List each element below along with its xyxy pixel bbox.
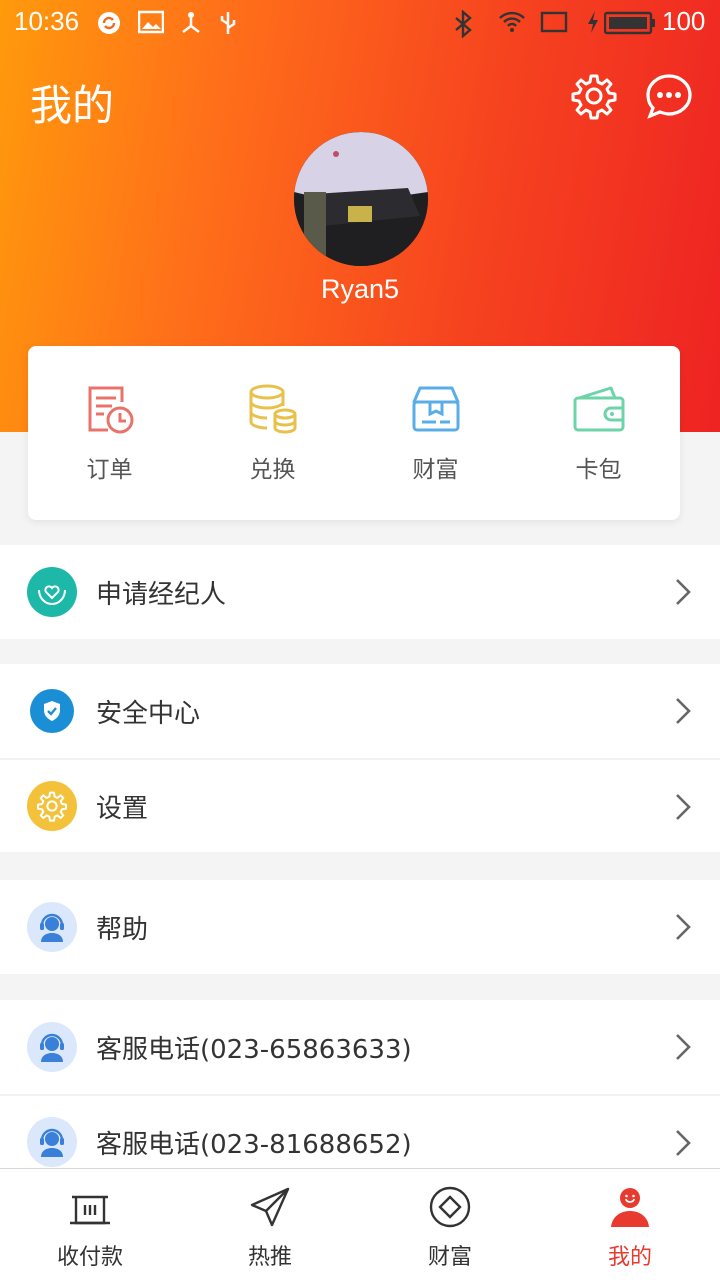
image-icon bbox=[138, 10, 164, 34]
wallet-icon bbox=[573, 386, 624, 432]
chat-bubble-icon bbox=[646, 74, 692, 119]
quick-action-label: 卡包 bbox=[575, 457, 622, 483]
tab-mine[interactable]: 我的 bbox=[540, 1169, 720, 1280]
menu-group-security: 安全中心 设置 bbox=[0, 664, 720, 852]
support-agent-icon bbox=[27, 902, 77, 952]
diamond-icon bbox=[429, 1186, 471, 1228]
chevron-right-icon bbox=[676, 1034, 691, 1060]
quick-action-cards[interactable]: 卡包 bbox=[517, 346, 680, 520]
tab-label: 热推 bbox=[247, 1245, 292, 1270]
quick-action-label: 订单 bbox=[86, 457, 133, 483]
chevron-right-icon bbox=[676, 579, 691, 605]
menu-item-help[interactable]: 帮助 bbox=[0, 880, 720, 974]
order-icon bbox=[88, 386, 133, 434]
avatar-photo bbox=[294, 132, 428, 266]
chevron-right-icon bbox=[676, 698, 691, 724]
treasure-box-icon bbox=[412, 386, 459, 432]
username: Ryan5 bbox=[320, 274, 400, 304]
user-icon bbox=[611, 1188, 649, 1227]
quick-actions-card: 订单 兑换 财富 卡包 bbox=[28, 346, 680, 520]
screen-icon bbox=[540, 11, 568, 33]
payment-icon bbox=[70, 1195, 110, 1225]
shield-icon bbox=[30, 689, 74, 733]
bottom-tab-bar: 收付款 热推 财富 我的 bbox=[0, 1168, 720, 1280]
tab-label: 财富 bbox=[427, 1245, 472, 1270]
menu-item-service-phone-1[interactable]: 客服电话(023-65863633) bbox=[0, 1000, 720, 1094]
support-agent-icon bbox=[27, 1022, 77, 1072]
usb-icon bbox=[220, 12, 236, 34]
quick-action-label: 财富 bbox=[412, 457, 459, 483]
menu-label: 帮助 bbox=[96, 914, 149, 945]
page-title: 我的 bbox=[30, 81, 115, 130]
menu-label: 设置 bbox=[96, 793, 149, 824]
menu-group-agent: 申请经纪人 bbox=[0, 545, 720, 639]
send-icon bbox=[250, 1187, 290, 1227]
quick-action-wealth[interactable]: 财富 bbox=[354, 346, 517, 520]
sync-icon bbox=[98, 12, 120, 34]
gear-icon bbox=[571, 74, 617, 120]
status-time: 10:36 bbox=[14, 6, 80, 36]
menu-item-security-center[interactable]: 安全中心 bbox=[0, 664, 720, 758]
support-agent-icon bbox=[27, 1117, 77, 1167]
status-bar: 10:36 100 bbox=[0, 0, 720, 46]
tab-label: 收付款 bbox=[56, 1245, 123, 1270]
heart-hands-icon bbox=[27, 567, 77, 617]
tab-payment[interactable]: 收付款 bbox=[0, 1169, 180, 1280]
usb-share-icon bbox=[182, 12, 200, 33]
menu-label: 安全中心 bbox=[96, 698, 201, 729]
wifi-icon bbox=[499, 11, 525, 32]
menu-item-settings[interactable]: 设置 bbox=[0, 758, 720, 852]
coins-icon bbox=[249, 384, 296, 434]
gear-icon bbox=[27, 781, 77, 831]
battery-level: 100 bbox=[662, 6, 706, 36]
message-button[interactable] bbox=[644, 72, 692, 120]
quick-action-exchange[interactable]: 兑换 bbox=[191, 346, 354, 520]
quick-action-label: 兑换 bbox=[249, 457, 296, 483]
charging-icon bbox=[588, 11, 598, 33]
quick-action-orders[interactable]: 订单 bbox=[28, 346, 191, 520]
tab-hot[interactable]: 热推 bbox=[180, 1169, 360, 1280]
settings-button[interactable] bbox=[570, 72, 618, 120]
menu-group-help: 帮助 bbox=[0, 880, 720, 974]
menu-item-apply-agent[interactable]: 申请经纪人 bbox=[0, 545, 720, 639]
avatar[interactable] bbox=[294, 132, 428, 266]
menu-label: 客服电话(023-81688652) bbox=[96, 1129, 412, 1160]
chevron-right-icon bbox=[676, 1130, 691, 1156]
tab-wealth[interactable]: 财富 bbox=[360, 1169, 540, 1280]
bluetooth-icon bbox=[455, 10, 472, 38]
menu-label: 申请经纪人 bbox=[96, 579, 227, 610]
menu-label: 客服电话(023-65863633) bbox=[96, 1034, 412, 1065]
battery-icon bbox=[604, 11, 655, 35]
chevron-right-icon bbox=[676, 914, 691, 940]
menu-group-customer-service: 客服电话(023-65863633) 客服电话(023-81688652) bbox=[0, 1000, 720, 1188]
tab-label: 我的 bbox=[607, 1245, 652, 1270]
chevron-right-icon bbox=[676, 794, 691, 820]
